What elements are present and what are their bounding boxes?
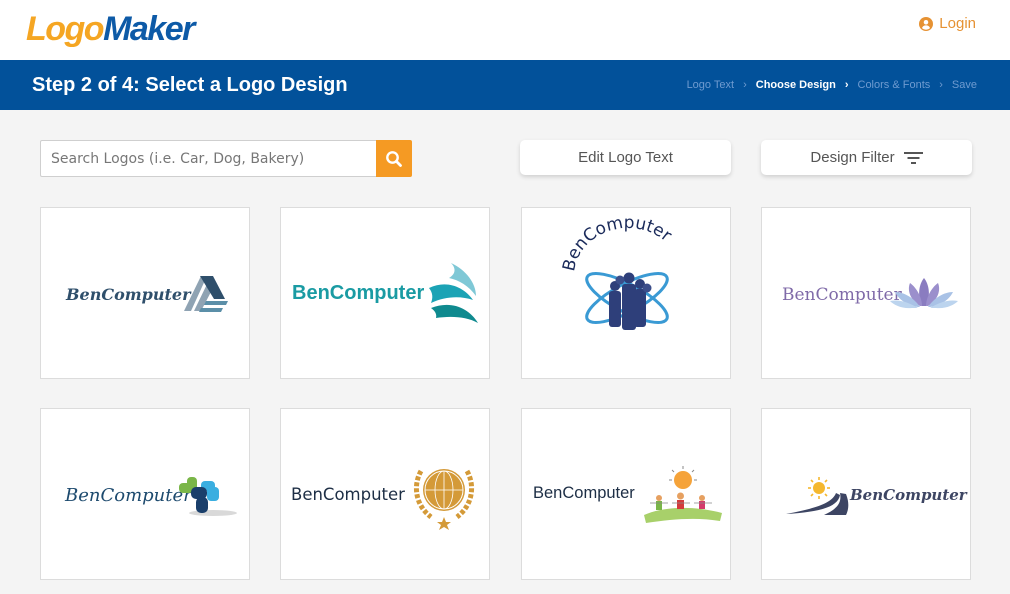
logo-wordmark: BenComputer <box>782 285 903 305</box>
kids-sun-icon <box>644 466 722 523</box>
edit-logo-text-label: Edit Logo Text <box>578 149 673 166</box>
edit-logo-text-button[interactable]: Edit Logo Text <box>520 140 731 175</box>
breadcrumb-separator: › <box>743 79 747 91</box>
login-label: Login <box>939 15 976 32</box>
logo-preview: BenComputer <box>533 466 722 523</box>
teal-waves-icon <box>429 263 478 323</box>
logo-card[interactable]: BenComputer <box>761 207 971 379</box>
logo-card[interactable]: BenComputer <box>40 207 250 379</box>
breadcrumb-separator: › <box>939 79 943 91</box>
logo-preview: BenComputer <box>782 278 958 309</box>
logo-card[interactable]: BenComputer <box>280 408 490 580</box>
design-filter-label: Design Filter <box>810 149 895 166</box>
search-input[interactable] <box>40 140 376 177</box>
breadcrumb-choose-design[interactable]: Choose Design <box>756 79 836 91</box>
logo-wordmark: BenComputer <box>559 213 675 273</box>
design-filter-button[interactable]: Design Filter <box>761 140 972 175</box>
logo-wordmark: BenComputer <box>533 484 635 502</box>
sun-road-icon <box>786 477 849 515</box>
search-button[interactable] <box>376 140 412 177</box>
logo-wordmark: BenComputer <box>65 285 192 304</box>
breadcrumb-logo-text[interactable]: Logo Text <box>687 79 735 91</box>
breadcrumb-save[interactable]: Save <box>952 79 977 91</box>
filter-lines-icon <box>903 151 923 164</box>
step-bar: Step 2 of 4: Select a Logo Design Logo T… <box>0 60 1010 110</box>
business-team-orbit-icon <box>585 272 669 330</box>
logo-preview: BenComputer <box>65 276 228 312</box>
roof-stripes-icon <box>184 276 228 312</box>
lotus-icon <box>890 278 958 309</box>
logo-wordmark: BenComputer <box>292 282 424 304</box>
logo-card[interactable]: BenComputer <box>761 408 971 580</box>
login-link[interactable]: Login <box>919 15 976 32</box>
globe-laurel-icon <box>413 469 475 530</box>
logo-card[interactable]: BenComputer <box>521 408 731 580</box>
logo-preview: BenComputer <box>291 469 475 530</box>
logo-wordmark: BenComputer <box>849 486 968 504</box>
breadcrumb: Logo Text › Choose Design › Colors & Fon… <box>687 79 977 91</box>
logo-preview: BenComputer <box>292 263 478 323</box>
logo-part-logo: Logo <box>26 10 105 48</box>
logo-part-maker: Maker <box>103 10 195 48</box>
logo-preview: BenComputer <box>559 213 675 330</box>
logo-wordmark: BenComputer <box>291 485 405 504</box>
logo-preview: BenComputer <box>786 477 968 515</box>
logo-search <box>40 140 412 177</box>
breadcrumb-separator: › <box>844 79 849 91</box>
page-title: Step 2 of 4: Select a Logo Design <box>32 74 348 96</box>
breadcrumb-colors-fonts[interactable]: Colors & Fonts <box>858 79 931 91</box>
logo-preview: BenComputer <box>64 477 237 516</box>
logo-card[interactable]: BenComputer <box>40 408 250 580</box>
search-icon <box>386 150 402 167</box>
logo-card[interactable]: BenComputer <box>280 207 490 379</box>
user-circle-icon <box>919 16 934 31</box>
top-navigation-bar: LogoMaker Login <box>0 0 1010 60</box>
logomaker-logo[interactable]: LogoMaker <box>26 10 195 48</box>
logo-wordmark: BenComputer <box>64 485 193 506</box>
logo-card[interactable]: BenComputer <box>521 207 731 379</box>
